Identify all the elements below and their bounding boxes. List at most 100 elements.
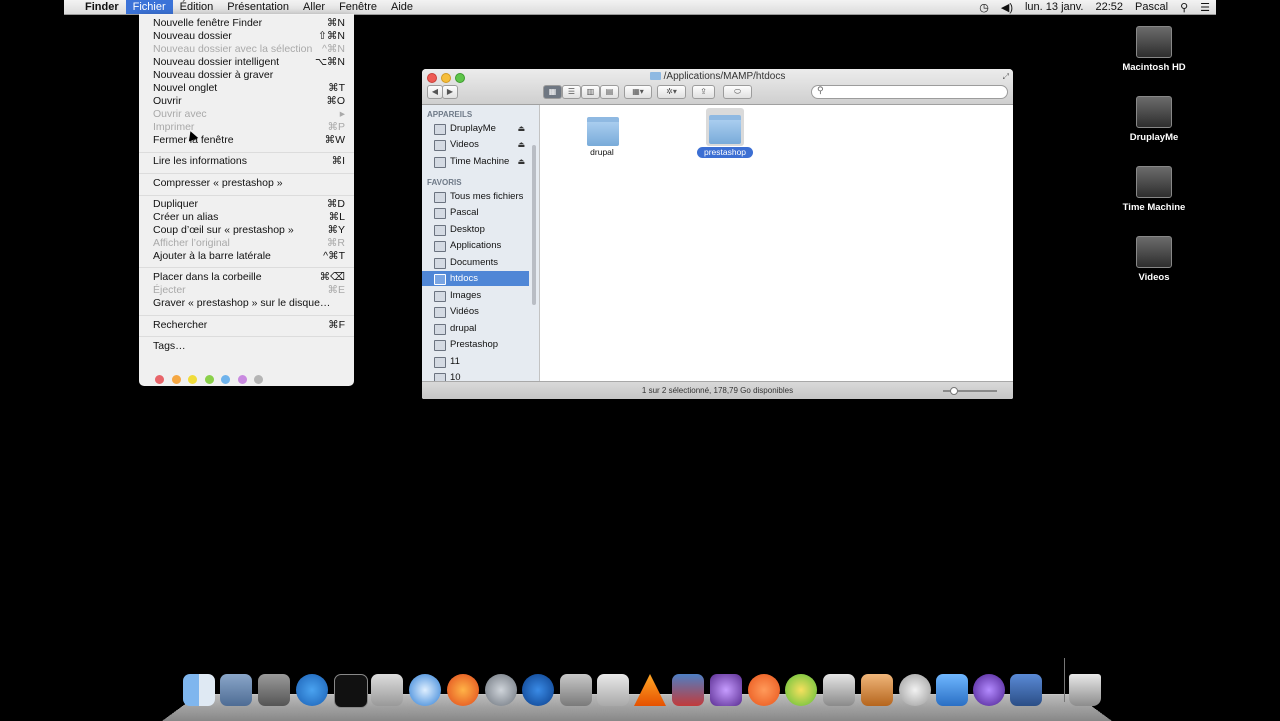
imovie-dock-icon[interactable] <box>710 674 742 706</box>
trash-icon[interactable] <box>1069 674 1101 706</box>
menu-item-new-smart-folder[interactable]: Nouveau dossier intelligent ⌥⌘N <box>139 56 354 69</box>
arrange-button[interactable]: ▦▾ <box>624 85 652 99</box>
tag-color-dot[interactable] <box>171 375 181 384</box>
column-view-button[interactable]: ▥ <box>581 85 600 99</box>
menu-item-find[interactable]: Rechercher ⌘F <box>139 319 354 332</box>
orange-app-dock-icon[interactable] <box>748 674 780 706</box>
spotlight-icon[interactable]: ⚲ <box>1174 1 1194 14</box>
tag-color-dot[interactable] <box>221 375 230 384</box>
tag-color-dot[interactable] <box>204 375 214 384</box>
presentation-dock-icon[interactable] <box>936 674 968 706</box>
menu-item-close-window[interactable]: Fermer la fenêtre ⌘W <box>139 134 354 147</box>
sidebar-item-videos-device[interactable]: Videos ⏏ <box>422 137 529 152</box>
icon-view-button[interactable]: ▦ <box>543 85 562 99</box>
menu-edition[interactable]: Édition <box>173 0 221 14</box>
search-input[interactable]: ⚲ <box>811 85 1008 99</box>
forward-button[interactable]: ▶ <box>442 85 458 99</box>
sidebar-item-images[interactable]: Images <box>422 288 529 303</box>
menubar-date[interactable]: lun. 13 janv. <box>1019 1 1090 13</box>
menu-item-tags[interactable]: Tags… <box>139 340 354 353</box>
sidebar-item-time-machine[interactable]: Time Machine ⏏ <box>422 154 529 169</box>
menu-item-quick-look[interactable]: Coup d’œil sur « prestashop » ⌘Y <box>139 224 354 237</box>
notification-center-icon[interactable]: ☰ <box>1194 1 1216 14</box>
tag-color-dot[interactable] <box>155 375 164 384</box>
terminal-dock-icon[interactable] <box>334 674 368 708</box>
menu-item-duplicate[interactable]: Dupliquer ⌘D <box>139 198 354 211</box>
sidebar-item-druplayme[interactable]: DruplayMe ⏏ <box>422 121 529 136</box>
tag-color-dot[interactable] <box>188 375 197 384</box>
menu-item-get-info[interactable]: Lire les informations ⌘I <box>139 155 354 168</box>
menu-item-burn-to-disc[interactable]: Graver « prestashop » sur le disque… <box>139 297 354 310</box>
volume-icon[interactable]: ◀) <box>995 1 1019 14</box>
network-utility-dock-icon[interactable] <box>823 674 855 706</box>
menu-item-new-tab[interactable]: Nouvel onglet ⌘T <box>139 82 354 95</box>
system-preferences-dock-icon[interactable] <box>258 674 290 706</box>
tag-color-dot[interactable] <box>254 375 263 384</box>
sidebar-item-htdocs[interactable]: htdocs <box>422 271 529 286</box>
safari-dock-icon[interactable] <box>409 674 441 706</box>
coverflow-view-button[interactable]: ▤ <box>600 85 619 99</box>
filezilla-dock-icon[interactable] <box>672 674 704 706</box>
menu-item-compress[interactable]: Compresser « prestashop » <box>139 177 354 190</box>
sidebar-item-all-files[interactable]: Tous mes fichiers <box>422 189 529 204</box>
menu-fichier[interactable]: Fichier <box>125 0 173 14</box>
folder-icon <box>587 117 619 146</box>
menu-aller[interactable]: Aller <box>296 0 332 14</box>
time-machine-drive-icon[interactable] <box>1136 166 1172 198</box>
sidebar-item-documents[interactable]: Documents <box>422 255 529 270</box>
sidebar-item-prestashop[interactable]: Prestashop <box>422 337 529 352</box>
sidebar-item-11[interactable]: 11 <box>422 354 529 369</box>
calculator-dock-icon[interactable] <box>597 674 629 706</box>
launchpad-dock-icon[interactable] <box>485 674 517 706</box>
icon-size-slider-knob[interactable] <box>950 387 958 395</box>
menu-item-make-alias[interactable]: Créer un alias ⌘L <box>139 211 354 224</box>
photo-slideshow-dock-icon[interactable] <box>1010 674 1042 706</box>
fullscreen-icon[interactable]: ⤢ <box>1003 72 1009 82</box>
scissors-app-dock-icon[interactable] <box>371 674 403 706</box>
back-button[interactable]: ◀ <box>427 85 443 99</box>
preview-dock-icon[interactable] <box>220 674 252 706</box>
archive-utility-dock-icon[interactable] <box>560 674 592 706</box>
menu-item-new-finder-window[interactable]: Nouvelle fenêtre Finder ⌘N <box>139 17 354 30</box>
menubar-user[interactable]: Pascal <box>1129 1 1174 13</box>
menu-fenetre[interactable]: Fenêtre <box>332 0 384 14</box>
list-view-button[interactable]: ☰ <box>562 85 581 99</box>
time-machine-icon[interactable]: ◷ <box>973 1 995 14</box>
folder-icon <box>434 324 446 335</box>
sidebar-item-pascal[interactable]: Pascal <box>422 205 529 220</box>
macintosh-hd-icon[interactable] <box>1136 26 1172 58</box>
file-item-prestashop[interactable] <box>706 108 744 146</box>
cyberduck-dock-icon[interactable] <box>785 674 817 706</box>
firefox-dock-icon[interactable] <box>447 674 479 706</box>
menu-aide[interactable]: Aide <box>384 0 420 14</box>
poedit-dock-icon[interactable] <box>973 674 1005 706</box>
menu-item-add-to-sidebar[interactable]: Ajouter à la barre latérale ^⌘T <box>139 250 354 263</box>
sidebar-item-desktop[interactable]: Desktop <box>422 222 529 237</box>
sidebar-item-applications[interactable]: Applications <box>422 238 529 253</box>
druplayme-drive-icon[interactable] <box>1136 96 1172 128</box>
menu-presentation[interactable]: Présentation <box>220 0 296 14</box>
itunes-dock-icon[interactable] <box>296 674 328 706</box>
eject-icon[interactable]: ⏏ <box>517 154 525 169</box>
tags-button[interactable]: ⬭ <box>723 85 752 99</box>
sidebar-item-videos[interactable]: Vidéos <box>422 304 529 319</box>
menubar-time[interactable]: 22:52 <box>1090 1 1130 13</box>
keynote-dock-icon[interactable] <box>861 674 893 706</box>
vlc-dock-icon[interactable] <box>634 674 666 706</box>
menu-item-open[interactable]: Ouvrir ⌘O <box>139 95 354 108</box>
menu-finder[interactable]: Finder <box>78 0 126 14</box>
finder-dock-icon[interactable] <box>183 674 215 706</box>
sidebar-scrollbar[interactable] <box>532 145 536 305</box>
eject-icon[interactable]: ⏏ <box>517 121 525 136</box>
sidebar-item-drupal[interactable]: drupal <box>422 321 529 336</box>
action-gear-button[interactable]: ✲▾ <box>657 85 686 99</box>
quicktime-dock-icon[interactable] <box>522 674 554 706</box>
eject-icon[interactable]: ⏏ <box>517 137 525 152</box>
menu-item-move-to-trash[interactable]: Placer dans la corbeille ⌘⌫ <box>139 271 354 284</box>
tag-color-dot[interactable] <box>237 375 247 384</box>
menu-item-new-folder[interactable]: Nouveau dossier ⇧⌘N <box>139 30 354 43</box>
menu-item-new-burn-folder[interactable]: Nouveau dossier à graver <box>139 69 354 82</box>
sequel-pro-dock-icon[interactable] <box>899 674 931 706</box>
share-button[interactable]: ⇪ <box>692 85 715 99</box>
videos-drive-icon[interactable] <box>1136 236 1172 268</box>
